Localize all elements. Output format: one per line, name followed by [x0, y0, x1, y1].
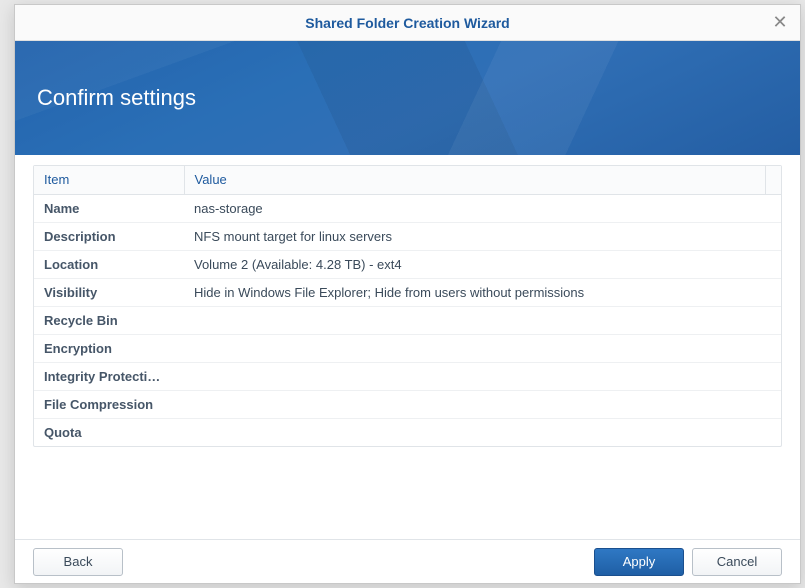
table-cell-value: NFS mount target for linux servers [184, 222, 781, 250]
table-row: Integrity Protecti… [34, 362, 781, 390]
table-cell-value [184, 306, 781, 334]
table-row: Namenas-storage [34, 194, 781, 222]
close-button[interactable]: ✕ [768, 11, 792, 35]
table-cell-item: Integrity Protecti… [34, 362, 184, 390]
column-header-value[interactable]: Value [184, 166, 765, 194]
content-area: Item Value Namenas-storageDescriptionNFS… [15, 155, 800, 539]
table-row: DescriptionNFS mount target for linux se… [34, 222, 781, 250]
cancel-button[interactable]: Cancel [692, 548, 782, 576]
table-cell-value [184, 418, 781, 446]
back-button[interactable]: Back [33, 548, 123, 576]
dialog-title: Shared Folder Creation Wizard [305, 15, 509, 31]
table-row: Recycle Bin [34, 306, 781, 334]
table-row: VisibilityHide in Windows File Explorer;… [34, 278, 781, 306]
table-cell-item: File Compression [34, 390, 184, 418]
settings-table: Item Value Namenas-storageDescriptionNFS… [34, 166, 781, 446]
table-cell-item: Quota [34, 418, 184, 446]
table-row: Quota [34, 418, 781, 446]
table-cell-value: Hide in Windows File Explorer; Hide from… [184, 278, 781, 306]
table-row: Encryption [34, 334, 781, 362]
banner: Confirm settings [15, 41, 800, 155]
table-row: File Compression [34, 390, 781, 418]
footer: Back Apply Cancel [15, 539, 800, 583]
table-header-row: Item Value [34, 166, 781, 194]
titlebar: Shared Folder Creation Wizard ✕ [15, 5, 800, 41]
column-header-item[interactable]: Item [34, 166, 184, 194]
close-icon: ✕ [772, 12, 787, 33]
table-cell-item: Location [34, 250, 184, 278]
apply-button[interactable]: Apply [594, 548, 684, 576]
table-cell-value [184, 334, 781, 362]
table-cell-item: Description [34, 222, 184, 250]
table-cell-value: Volume 2 (Available: 4.28 TB) - ext4 [184, 250, 781, 278]
page-title: Confirm settings [37, 85, 196, 111]
column-header-scroll-gutter [765, 166, 781, 194]
table-cell-value: nas-storage [184, 194, 781, 222]
wizard-dialog: Shared Folder Creation Wizard ✕ Confirm … [14, 4, 801, 584]
table-cell-value [184, 362, 781, 390]
table-cell-item: Name [34, 194, 184, 222]
settings-table-wrap: Item Value Namenas-storageDescriptionNFS… [33, 165, 782, 447]
table-cell-item: Encryption [34, 334, 184, 362]
table-body: Namenas-storageDescriptionNFS mount targ… [34, 194, 781, 446]
table-cell-item: Visibility [34, 278, 184, 306]
table-row: LocationVolume 2 (Available: 4.28 TB) - … [34, 250, 781, 278]
table-cell-value [184, 390, 781, 418]
table-cell-item: Recycle Bin [34, 306, 184, 334]
